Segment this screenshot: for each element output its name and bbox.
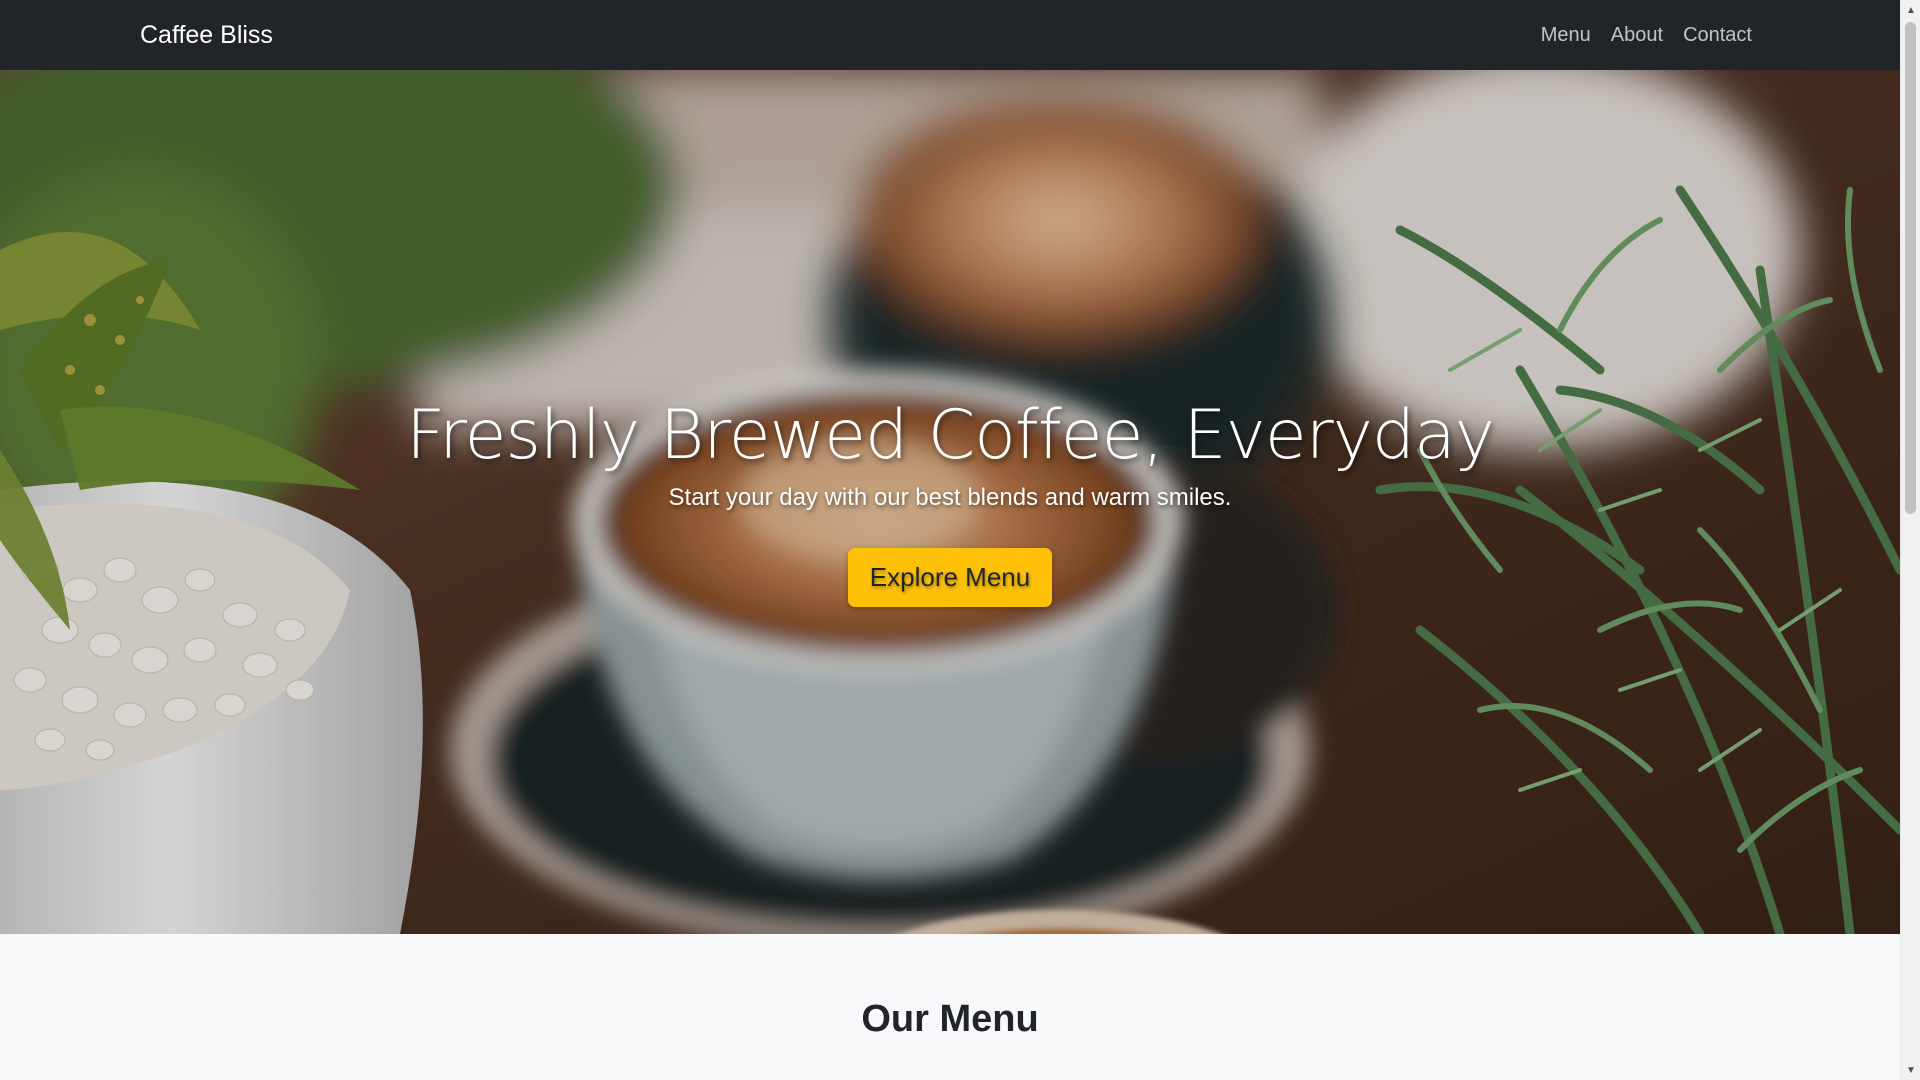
page-content: Caffee Bliss Menu About Contact Freshly …	[0, 0, 1900, 1080]
explore-menu-button[interactable]: Explore Menu	[847, 548, 1053, 607]
nav-link-contact[interactable]: Contact	[1683, 24, 1752, 47]
menu-heading: Our Menu	[861, 998, 1039, 1040]
nav-link-menu[interactable]: Menu	[1541, 24, 1591, 47]
hero-subtitle: Start your day with our best blends and …	[668, 484, 1232, 511]
hero-title: Freshly Brewed Coffee, Everyday	[406, 396, 1495, 475]
scrollbar-thumb[interactable]	[1905, 22, 1916, 514]
hero-content: Freshly Brewed Coffee, Everyday Start yo…	[0, 394, 1900, 607]
page: Caffee Bliss Menu About Contact Freshly …	[0, 0, 1920, 1080]
menu-section: Our Menu	[0, 934, 1900, 1080]
triangle-down-icon[interactable]: ▼	[1901, 1060, 1920, 1080]
vertical-scrollbar[interactable]: ▲ ▼	[1900, 0, 1920, 1080]
triangle-up-icon[interactable]: ▲	[1901, 0, 1920, 20]
nav-link-about[interactable]: About	[1611, 24, 1663, 47]
brand-link[interactable]: Caffee Bliss	[140, 0, 273, 70]
hero-section: Freshly Brewed Coffee, Everyday Start yo…	[0, 70, 1900, 934]
navbar: Caffee Bliss Menu About Contact	[0, 0, 1900, 70]
nav-links: Menu About Contact	[1541, 0, 1752, 70]
